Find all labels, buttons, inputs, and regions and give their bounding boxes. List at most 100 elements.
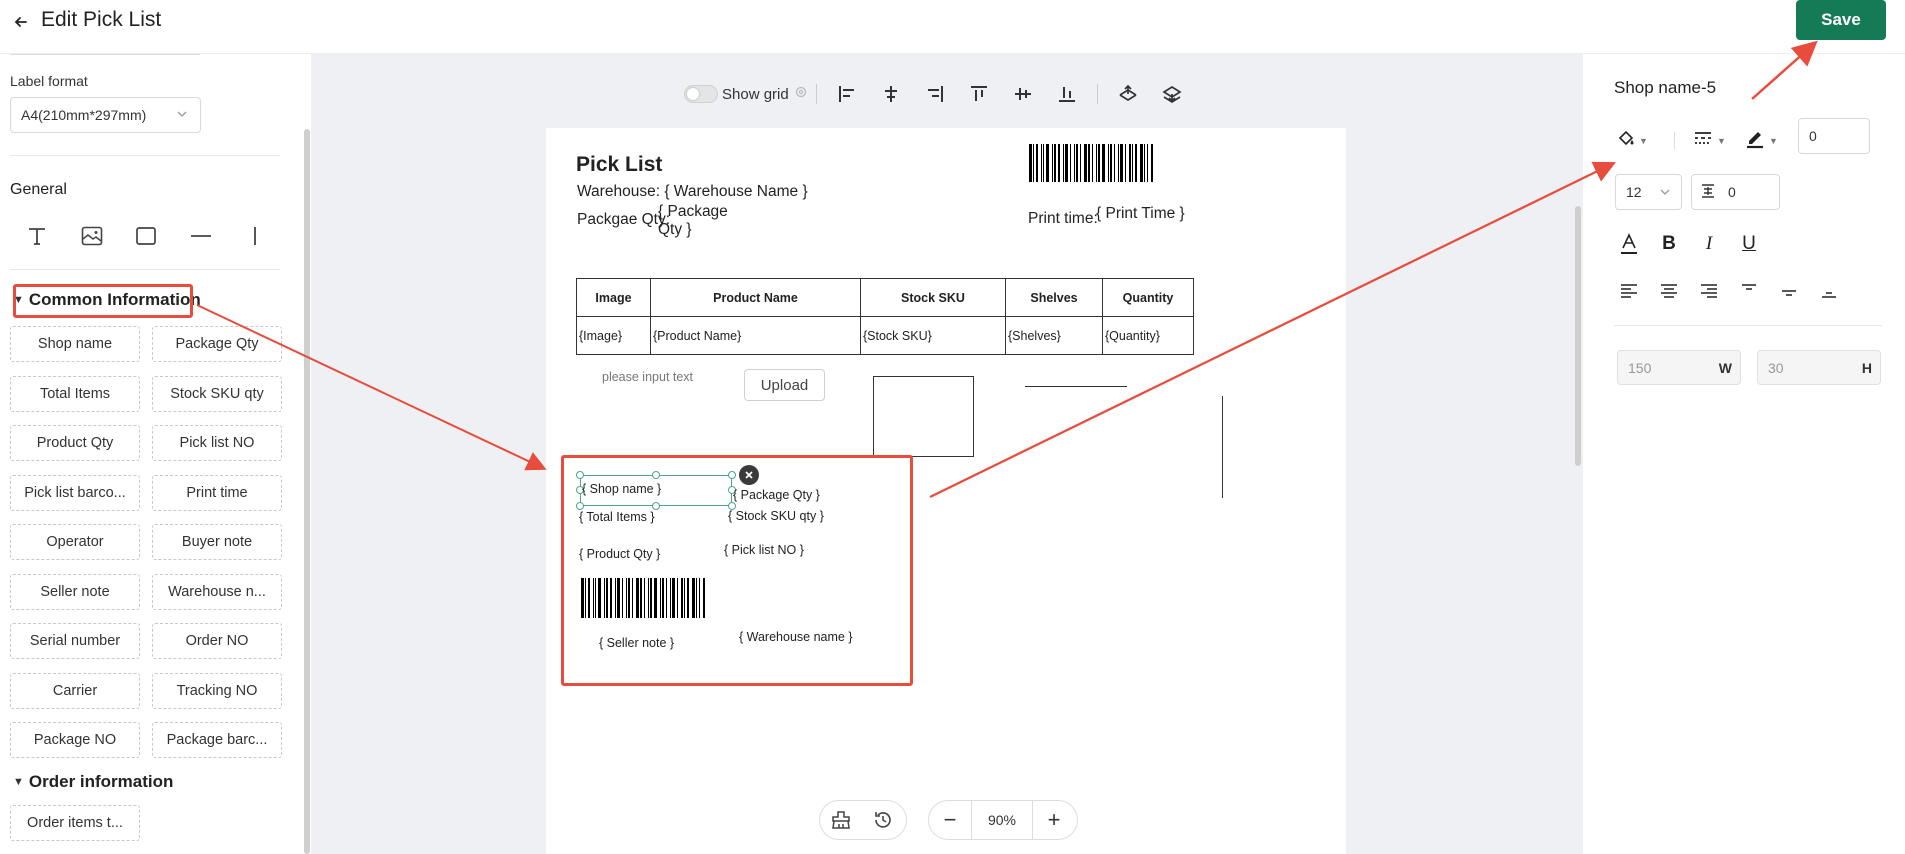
back-arrow-icon[interactable]	[10, 11, 32, 33]
warehouse-label[interactable]: Warehouse: { Warehouse Name }	[577, 183, 808, 201]
package-qty-field[interactable]: { Package Qty }	[733, 488, 820, 502]
border-style-dropdown[interactable]: ▼	[1693, 129, 1726, 152]
field-package-no[interactable]: Package NO	[10, 722, 140, 758]
resize-handle[interactable]	[652, 471, 660, 479]
field-carrier[interactable]: Carrier	[10, 672, 140, 709]
product-table[interactable]: Image Product Name Stock SKU Shelves Qua…	[576, 278, 1194, 355]
align-top-icon[interactable]	[957, 76, 1001, 112]
print-time-label[interactable]: Print time:	[1028, 210, 1098, 228]
pick-list-barcode-field[interactable]	[581, 578, 731, 618]
total-items-field[interactable]: { Total Items }	[579, 510, 655, 524]
bring-forward-icon[interactable]	[1106, 76, 1150, 112]
sidebar-scrollbar[interactable]	[304, 129, 310, 854]
text-placeholder[interactable]: please input text	[602, 370, 693, 384]
font-color-icon[interactable]	[1615, 230, 1643, 258]
field-order-items[interactable]: Order items t...	[10, 805, 140, 841]
history-icon[interactable]	[862, 801, 904, 839]
rectangle-shape[interactable]	[873, 376, 974, 457]
zoom-out-button[interactable]: −	[929, 801, 971, 839]
field-tracking-no[interactable]: Tracking NO	[152, 672, 282, 709]
zoom-level: 90%	[971, 801, 1033, 839]
vertical-align-top-icon[interactable]	[1735, 277, 1763, 305]
text-tool-icon[interactable]	[22, 221, 52, 251]
text-align-left-icon[interactable]	[1615, 277, 1643, 305]
align-left-icon[interactable]	[825, 76, 869, 112]
table-header: Shelves	[1005, 278, 1103, 317]
package-qty-label[interactable]: Packgae Qty:	[577, 211, 670, 229]
rectangle-tool-icon[interactable]	[131, 221, 161, 251]
clear-canvas-icon[interactable]	[820, 801, 862, 839]
field-warehouse-name[interactable]: Warehouse n...	[152, 573, 282, 610]
table-cell: {Image}	[576, 316, 651, 355]
field-shop-name[interactable]: Shop name	[10, 326, 140, 362]
vertical-align-middle-icon[interactable]	[1775, 277, 1803, 305]
shop-name-field[interactable]: { Shop name }	[582, 482, 661, 496]
show-grid-toggle[interactable]	[684, 85, 718, 103]
upload-button[interactable]: Upload	[744, 369, 825, 401]
underline-icon[interactable]: U	[1735, 230, 1763, 258]
resize-handle[interactable]	[576, 471, 584, 479]
resize-handle[interactable]	[576, 502, 584, 510]
align-middle-vertical-icon[interactable]	[1001, 76, 1045, 112]
product-qty-field[interactable]: { Product Qty }	[579, 547, 660, 561]
field-package-barcode[interactable]: Package barc...	[152, 722, 282, 758]
barcode-bar	[1140, 144, 1143, 182]
resize-handle[interactable]	[728, 471, 736, 479]
vertical-align-bottom-icon[interactable]	[1815, 277, 1843, 305]
warehouse-name-field[interactable]: { Warehouse name }	[739, 630, 853, 644]
fill-color-dropdown[interactable]: ▼	[1617, 129, 1648, 152]
stock-sku-qty-field[interactable]: { Stock SKU qty }	[728, 509, 824, 523]
field-order-no[interactable]: Order NO	[152, 623, 282, 659]
barcode-bar	[632, 578, 633, 618]
align-right-icon[interactable]	[913, 76, 957, 112]
bold-icon[interactable]: B	[1655, 230, 1683, 258]
pick-list-no-field[interactable]: { Pick list NO }	[724, 543, 804, 557]
field-operator[interactable]: Operator	[10, 524, 140, 560]
zoom-in-button[interactable]: +	[1033, 801, 1075, 839]
pick-list-paper[interactable]: Pick List Warehouse: { Warehouse Name } …	[546, 128, 1346, 854]
field-print-time[interactable]: Print time	[152, 474, 282, 511]
text-align-right-icon[interactable]	[1695, 277, 1723, 305]
horizontal-line-shape[interactable]	[1025, 386, 1127, 387]
send-backward-icon[interactable]	[1150, 76, 1194, 112]
field-package-qty[interactable]: Package Qty	[152, 326, 282, 362]
align-bottom-icon[interactable]	[1045, 76, 1089, 112]
field-pick-list-barcode[interactable]: Pick list barco...	[10, 474, 140, 511]
pick-list-barcode[interactable]	[1029, 144, 1179, 182]
field-seller-note[interactable]: Seller note	[10, 573, 140, 610]
barcode-bar	[593, 578, 594, 618]
image-tool-icon[interactable]	[77, 221, 107, 251]
field-stock-sku-qty[interactable]: Stock SKU qty	[152, 375, 282, 412]
line-spacing-input[interactable]: 0	[1691, 174, 1780, 210]
canvas-scrollbar[interactable]	[1575, 206, 1581, 466]
text-align-center-icon[interactable]	[1655, 277, 1683, 305]
delete-element-icon[interactable]	[739, 465, 759, 485]
label-format-select[interactable]: A4(210mm*297mm)	[10, 97, 201, 133]
vertical-line-shape[interactable]	[1222, 396, 1223, 498]
border-color-dropdown[interactable]: ▼	[1745, 127, 1778, 154]
package-qty-value[interactable]: { Package Qty }	[658, 203, 728, 239]
settings-gear-icon[interactable]	[794, 85, 808, 104]
field-serial-number[interactable]: Serial number	[10, 623, 140, 659]
save-button[interactable]: Save	[1796, 0, 1886, 40]
pick-list-title[interactable]: Pick List	[576, 153, 662, 177]
field-product-qty[interactable]: Product Qty	[10, 425, 140, 461]
order-information-toggle[interactable]: ▼ Order information	[13, 772, 173, 792]
history-controls	[819, 800, 907, 840]
horizontal-line-tool-icon[interactable]	[186, 221, 216, 251]
seller-note-field[interactable]: { Seller note }	[599, 636, 674, 650]
width-input[interactable]: 150 W	[1617, 350, 1741, 385]
barcode-bar	[644, 578, 645, 618]
italic-icon[interactable]: I	[1695, 230, 1723, 258]
height-input[interactable]: 30 H	[1757, 350, 1881, 385]
field-total-items[interactable]: Total Items	[10, 375, 140, 412]
vertical-line-tool-icon[interactable]	[240, 221, 270, 251]
field-pick-list-no[interactable]: Pick list NO	[152, 425, 282, 461]
resize-handle[interactable]	[652, 502, 660, 510]
align-center-horizontal-icon[interactable]	[869, 76, 913, 112]
font-size-select[interactable]: 12	[1615, 174, 1682, 210]
print-time-value[interactable]: { Print Time }	[1096, 205, 1185, 223]
barcode-bar	[1033, 144, 1034, 182]
border-width-input[interactable]: 0	[1798, 118, 1870, 154]
field-buyer-note[interactable]: Buyer note	[152, 524, 282, 560]
